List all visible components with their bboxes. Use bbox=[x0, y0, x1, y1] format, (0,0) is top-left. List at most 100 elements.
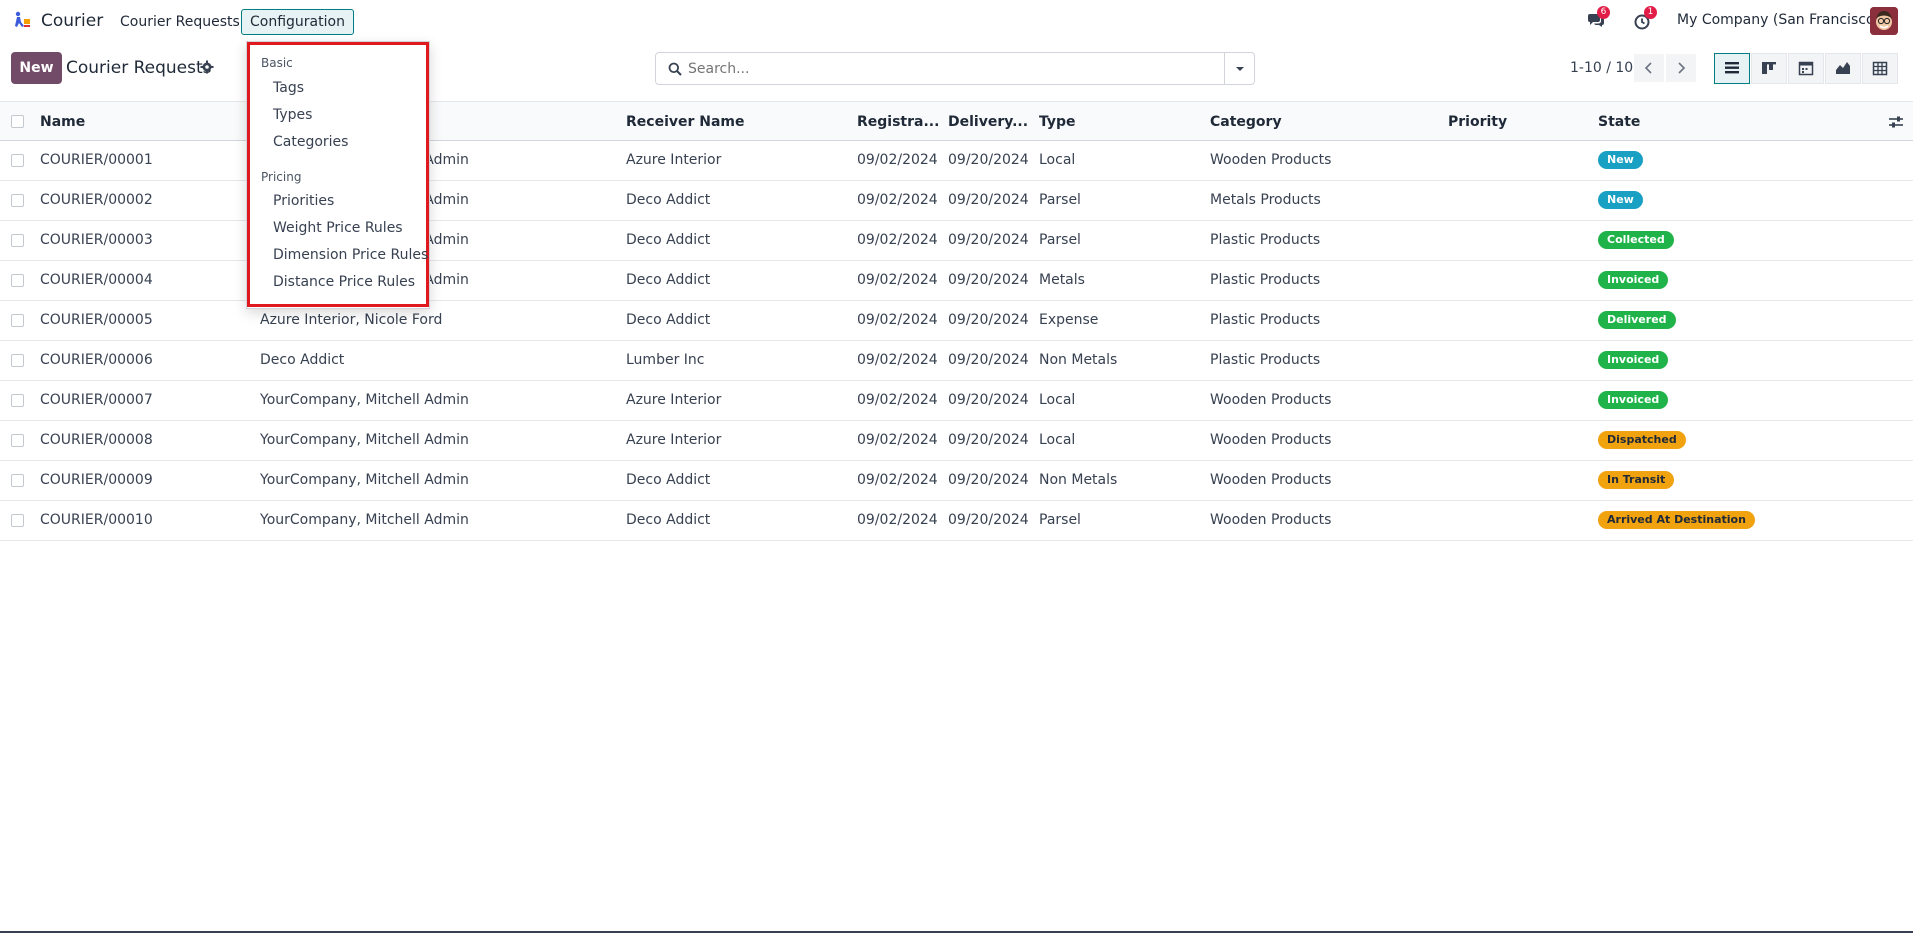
cell-delivery-date: 09/20/2024 bbox=[948, 432, 1029, 448]
state-badge: Arrived At Destination bbox=[1598, 511, 1755, 529]
cell-receiver-name: Azure Interior bbox=[626, 392, 722, 408]
menu-item-tags[interactable]: Tags bbox=[273, 80, 304, 96]
cell-registration-date: 09/02/2024 bbox=[857, 192, 938, 208]
list-view-button[interactable] bbox=[1714, 53, 1750, 84]
row-checkbox[interactable] bbox=[11, 434, 24, 447]
messages-button[interactable]: 6 bbox=[1586, 6, 1610, 31]
pager-previous-button[interactable] bbox=[1634, 54, 1664, 82]
menu-item-priorities[interactable]: Priorities bbox=[273, 193, 334, 209]
cell-sender: YourCompany, Mitchell Admin bbox=[260, 472, 469, 488]
table-row[interactable]: COURIER/00007 YourCompany, Mitchell Admin… bbox=[0, 381, 1913, 421]
menu-item-weight-price-rules[interactable]: Weight Price Rules bbox=[273, 220, 403, 236]
column-header-registration-date[interactable]: Registra... bbox=[857, 114, 939, 130]
row-checkbox[interactable] bbox=[11, 154, 24, 167]
cell-name: COURIER/00010 bbox=[40, 512, 153, 528]
cell-delivery-date: 09/20/2024 bbox=[948, 232, 1029, 248]
cell-category: Plastic Products bbox=[1210, 352, 1321, 368]
cell-registration-date: 09/02/2024 bbox=[857, 232, 938, 248]
cell-registration-date: 09/02/2024 bbox=[857, 392, 938, 408]
table-row[interactable]: COURIER/00008 YourCompany, Mitchell Admin… bbox=[0, 421, 1913, 461]
cell-registration-date: 09/02/2024 bbox=[857, 312, 938, 328]
table-row[interactable]: COURIER/00009 YourCompany, Mitchell Admin… bbox=[0, 461, 1913, 501]
chevron-left-icon bbox=[1644, 62, 1652, 74]
calendar-view-button[interactable] bbox=[1788, 53, 1824, 84]
row-checkbox[interactable] bbox=[11, 354, 24, 367]
menu-item-distance-price-rules[interactable]: Distance Price Rules bbox=[273, 274, 415, 290]
state-badge: New bbox=[1598, 151, 1643, 169]
row-checkbox[interactable] bbox=[11, 234, 24, 247]
row-checkbox[interactable] bbox=[11, 274, 24, 287]
menu-item-dimension-price-rules[interactable]: Dimension Price Rules bbox=[273, 247, 428, 263]
company-switcher[interactable]: My Company (San Francisco) bbox=[1677, 12, 1880, 28]
state-badge: Collected bbox=[1598, 231, 1674, 249]
menu-item-types[interactable]: Types bbox=[273, 107, 312, 123]
state-badge: In Transit bbox=[1598, 471, 1675, 489]
top-navbar: Courier Courier Requests Configuration 6… bbox=[0, 0, 1913, 42]
cell-receiver-name: Deco Addict bbox=[626, 232, 711, 248]
row-checkbox[interactable] bbox=[11, 194, 24, 207]
cell-type: Expense bbox=[1039, 312, 1099, 328]
search-input[interactable] bbox=[688, 58, 1208, 80]
gear-icon[interactable] bbox=[200, 60, 214, 74]
column-header-type[interactable]: Type bbox=[1039, 114, 1076, 130]
cell-delivery-date: 09/20/2024 bbox=[948, 272, 1029, 288]
column-header-receiver-name[interactable]: Receiver Name bbox=[626, 114, 745, 130]
state-badge: Invoiced bbox=[1598, 391, 1669, 409]
optional-columns-icon[interactable] bbox=[1888, 115, 1904, 129]
new-button[interactable]: New bbox=[11, 52, 62, 84]
app-name[interactable]: Courier bbox=[41, 11, 103, 31]
cell-sender: YourCompany, Mitchell Admin bbox=[260, 432, 469, 448]
table-row[interactable]: COURIER/00010 YourCompany, Mitchell Admin… bbox=[0, 501, 1913, 541]
user-avatar[interactable] bbox=[1870, 7, 1898, 35]
column-header-state[interactable]: State bbox=[1598, 114, 1640, 130]
cell-category: Plastic Products bbox=[1210, 232, 1321, 248]
cell-registration-date: 09/02/2024 bbox=[857, 512, 938, 528]
cell-name: COURIER/00004 bbox=[40, 272, 153, 288]
row-checkbox[interactable] bbox=[11, 474, 24, 487]
cell-category: Wooden Products bbox=[1210, 392, 1332, 408]
pager-next-button[interactable] bbox=[1666, 54, 1696, 82]
state-badge: Invoiced bbox=[1598, 351, 1669, 369]
menu-item-categories[interactable]: Categories bbox=[273, 134, 348, 150]
activities-count-badge: 1 bbox=[1644, 6, 1657, 19]
search-icon bbox=[668, 62, 682, 76]
column-header-delivery-date[interactable]: Delivery... bbox=[948, 114, 1028, 130]
table-row[interactable]: COURIER/00006 Deco Addict Lumber Inc 09/02/… bbox=[0, 341, 1913, 381]
row-checkbox[interactable] bbox=[11, 394, 24, 407]
pager-value[interactable]: 1-10 / 10 bbox=[1570, 60, 1633, 76]
search-options-toggle[interactable] bbox=[1224, 53, 1254, 84]
column-header-priority[interactable]: Priority bbox=[1448, 114, 1507, 130]
courier-logo-icon[interactable] bbox=[12, 10, 32, 30]
cell-delivery-date: 09/20/2024 bbox=[948, 152, 1029, 168]
menu-configuration[interactable]: Configuration bbox=[241, 9, 354, 35]
graph-view-button[interactable] bbox=[1825, 53, 1861, 84]
cell-delivery-date: 09/20/2024 bbox=[948, 312, 1029, 328]
pivot-table-icon bbox=[1872, 61, 1888, 76]
cell-sender: YourCompany, Mitchell Admin bbox=[260, 392, 469, 408]
pivot-view-button[interactable] bbox=[1862, 53, 1898, 84]
cell-category: Wooden Products bbox=[1210, 472, 1332, 488]
cell-name: COURIER/00008 bbox=[40, 432, 153, 448]
menu-courier-requests[interactable]: Courier Requests bbox=[111, 9, 249, 35]
cell-type: Local bbox=[1039, 392, 1076, 408]
cell-type: Parsel bbox=[1039, 512, 1081, 528]
cell-receiver-name: Deco Addict bbox=[626, 512, 711, 528]
cell-type: Parsel bbox=[1039, 192, 1081, 208]
cell-sender: Azure Interior, Nicole Ford bbox=[260, 312, 443, 328]
row-checkbox[interactable] bbox=[11, 514, 24, 527]
select-all-checkbox[interactable] bbox=[11, 115, 24, 128]
cell-name: COURIER/00007 bbox=[40, 392, 153, 408]
cell-category: Metals Products bbox=[1210, 192, 1321, 208]
activities-button[interactable]: 1 bbox=[1633, 6, 1657, 31]
cell-name: COURIER/00005 bbox=[40, 312, 153, 328]
cell-registration-date: 09/02/2024 bbox=[857, 272, 938, 288]
calendar-icon bbox=[1798, 61, 1814, 76]
cell-receiver-name: Azure Interior bbox=[626, 152, 722, 168]
column-header-category[interactable]: Category bbox=[1210, 114, 1282, 130]
caret-down-icon bbox=[1236, 67, 1244, 71]
row-checkbox[interactable] bbox=[11, 314, 24, 327]
column-header-name[interactable]: Name bbox=[40, 114, 85, 130]
dropdown-section-basic: Basic bbox=[261, 56, 293, 70]
cell-delivery-date: 09/20/2024 bbox=[948, 352, 1029, 368]
kanban-view-button[interactable] bbox=[1751, 53, 1787, 84]
